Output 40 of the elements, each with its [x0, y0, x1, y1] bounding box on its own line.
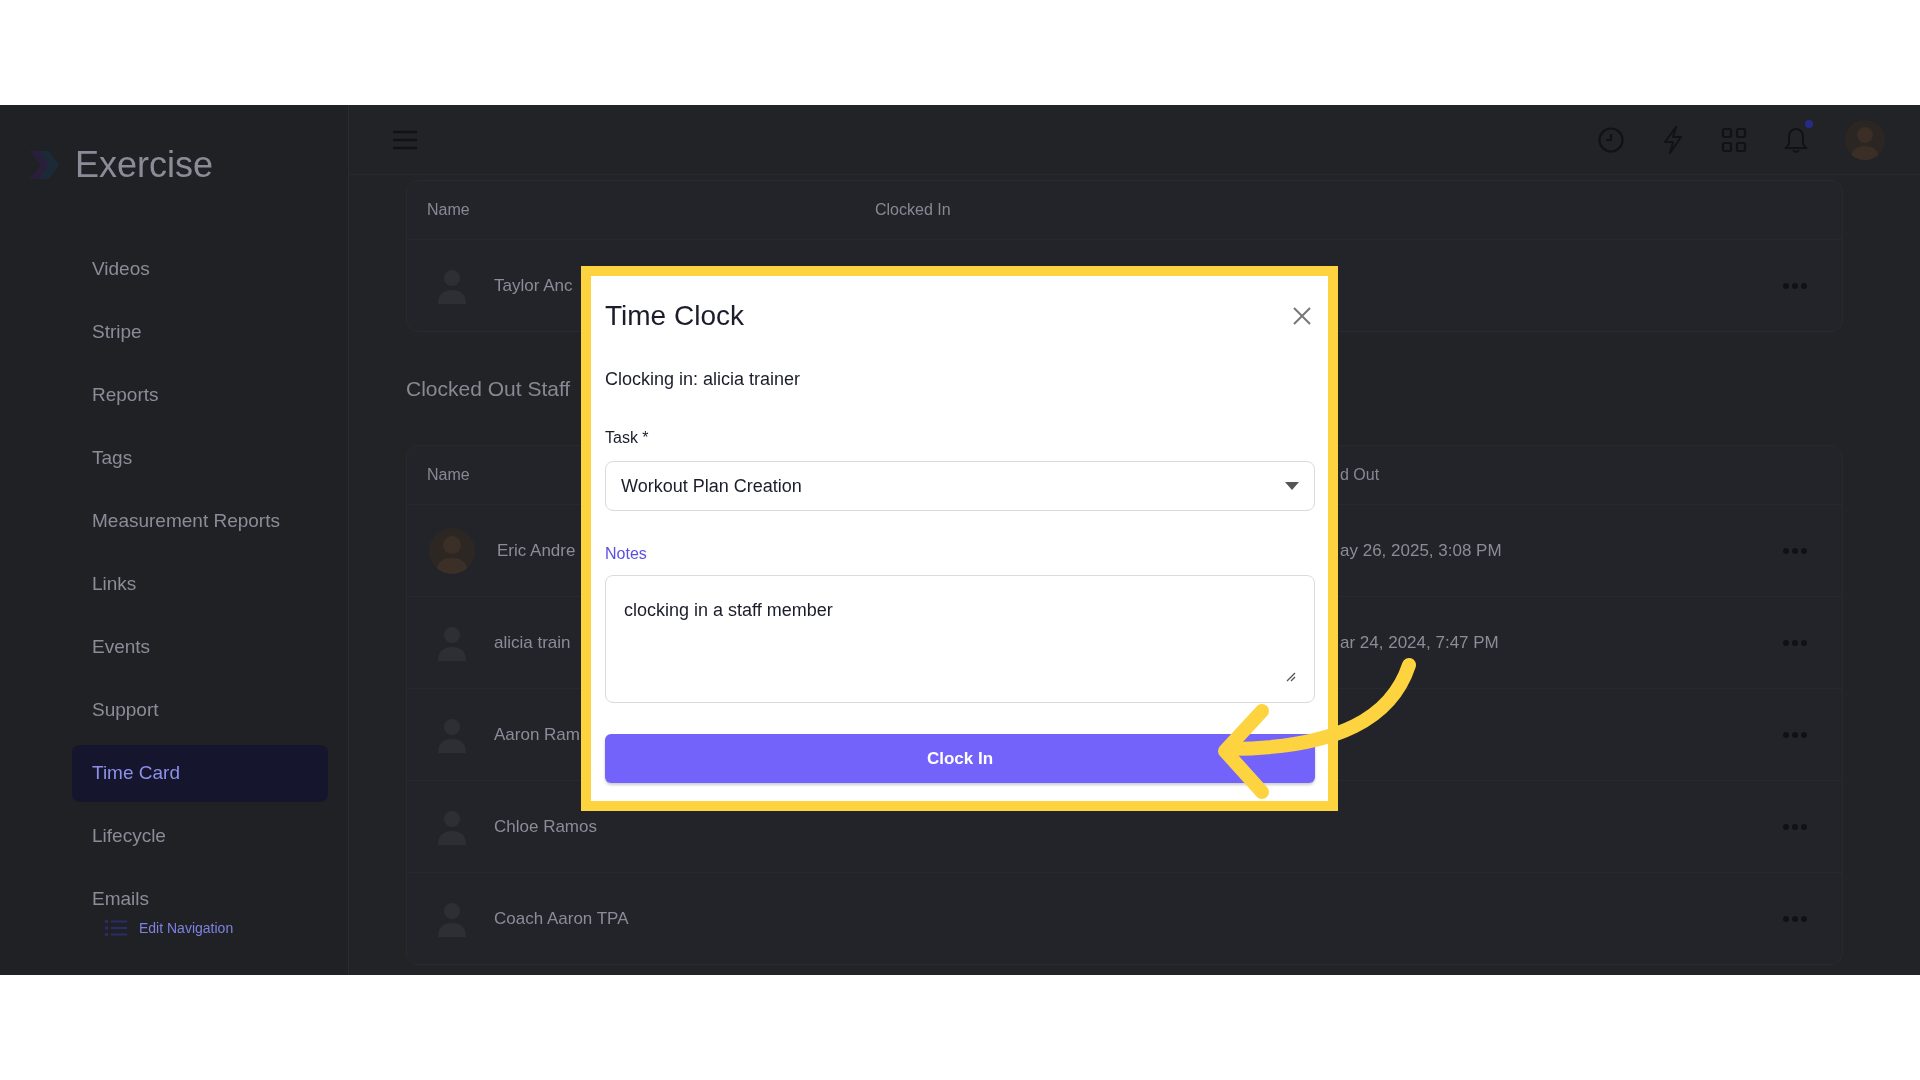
sidebar-item[interactable]: Measurement Reports — [72, 499, 328, 543]
section-heading: Clocked Out Staff — [406, 377, 571, 401]
column-header: Name — [427, 466, 470, 484]
staff-name: Coach Aaron TPA — [494, 908, 629, 929]
sidebar-item[interactable]: Events — [72, 625, 328, 669]
notes-field[interactable]: clocking in a staff member — [605, 575, 1315, 703]
column-header: Name — [427, 201, 470, 219]
sidebar-item[interactable]: Emails — [72, 877, 328, 921]
clocked-out-time: ar 24, 2024, 7:47 PM — [1340, 632, 1499, 653]
sidebar-item[interactable]: Lifecycle — [72, 814, 328, 858]
sidebar-item[interactable]: Links — [72, 562, 328, 606]
staff-name: Taylor Anc — [494, 275, 573, 296]
list-icon — [105, 919, 127, 937]
staff-name: Chloe Ramos — [494, 816, 597, 837]
sidebar-item[interactable]: Support — [72, 688, 328, 732]
sidebar-item[interactable]: Videos — [72, 247, 328, 291]
sidebar-item[interactable]: Stripe — [72, 310, 328, 354]
task-select[interactable]: Workout Plan Creation — [605, 461, 1315, 511]
staff-name: Aaron Ram — [494, 724, 580, 745]
column-header: d Out — [1340, 466, 1380, 484]
notes-label: Notes — [605, 545, 648, 563]
staff-name: Eric Andre — [497, 540, 576, 561]
staff-name: alicia train — [494, 632, 571, 653]
resize-handle-icon[interactable] — [1286, 672, 1296, 682]
caret-icon — [1285, 482, 1299, 490]
edit-navigation-link[interactable]: Edit Navigation — [139, 920, 234, 936]
sidebar-item[interactable]: Tags — [72, 436, 328, 480]
modal-title: Time Clock — [605, 300, 744, 332]
close-icon — [1293, 307, 1311, 325]
clocked-out-time: ay 26, 2025, 3:08 PM — [1340, 540, 1502, 561]
bell-icon[interactable] — [1783, 125, 1809, 154]
clocking-in-text: Clocking in: alicia trainer — [605, 369, 802, 390]
app-title: Exercise — [75, 144, 214, 186]
clock-in-button[interactable]: Clock In — [605, 734, 1315, 783]
column-header: Clocked In — [875, 201, 951, 219]
user-avatar[interactable] — [1845, 119, 1885, 160]
sidebar-item[interactable]: Time Card — [72, 744, 328, 802]
avatar — [429, 527, 475, 574]
sidebar-item[interactable]: Reports — [72, 373, 328, 417]
task-label: Task * — [605, 429, 650, 447]
